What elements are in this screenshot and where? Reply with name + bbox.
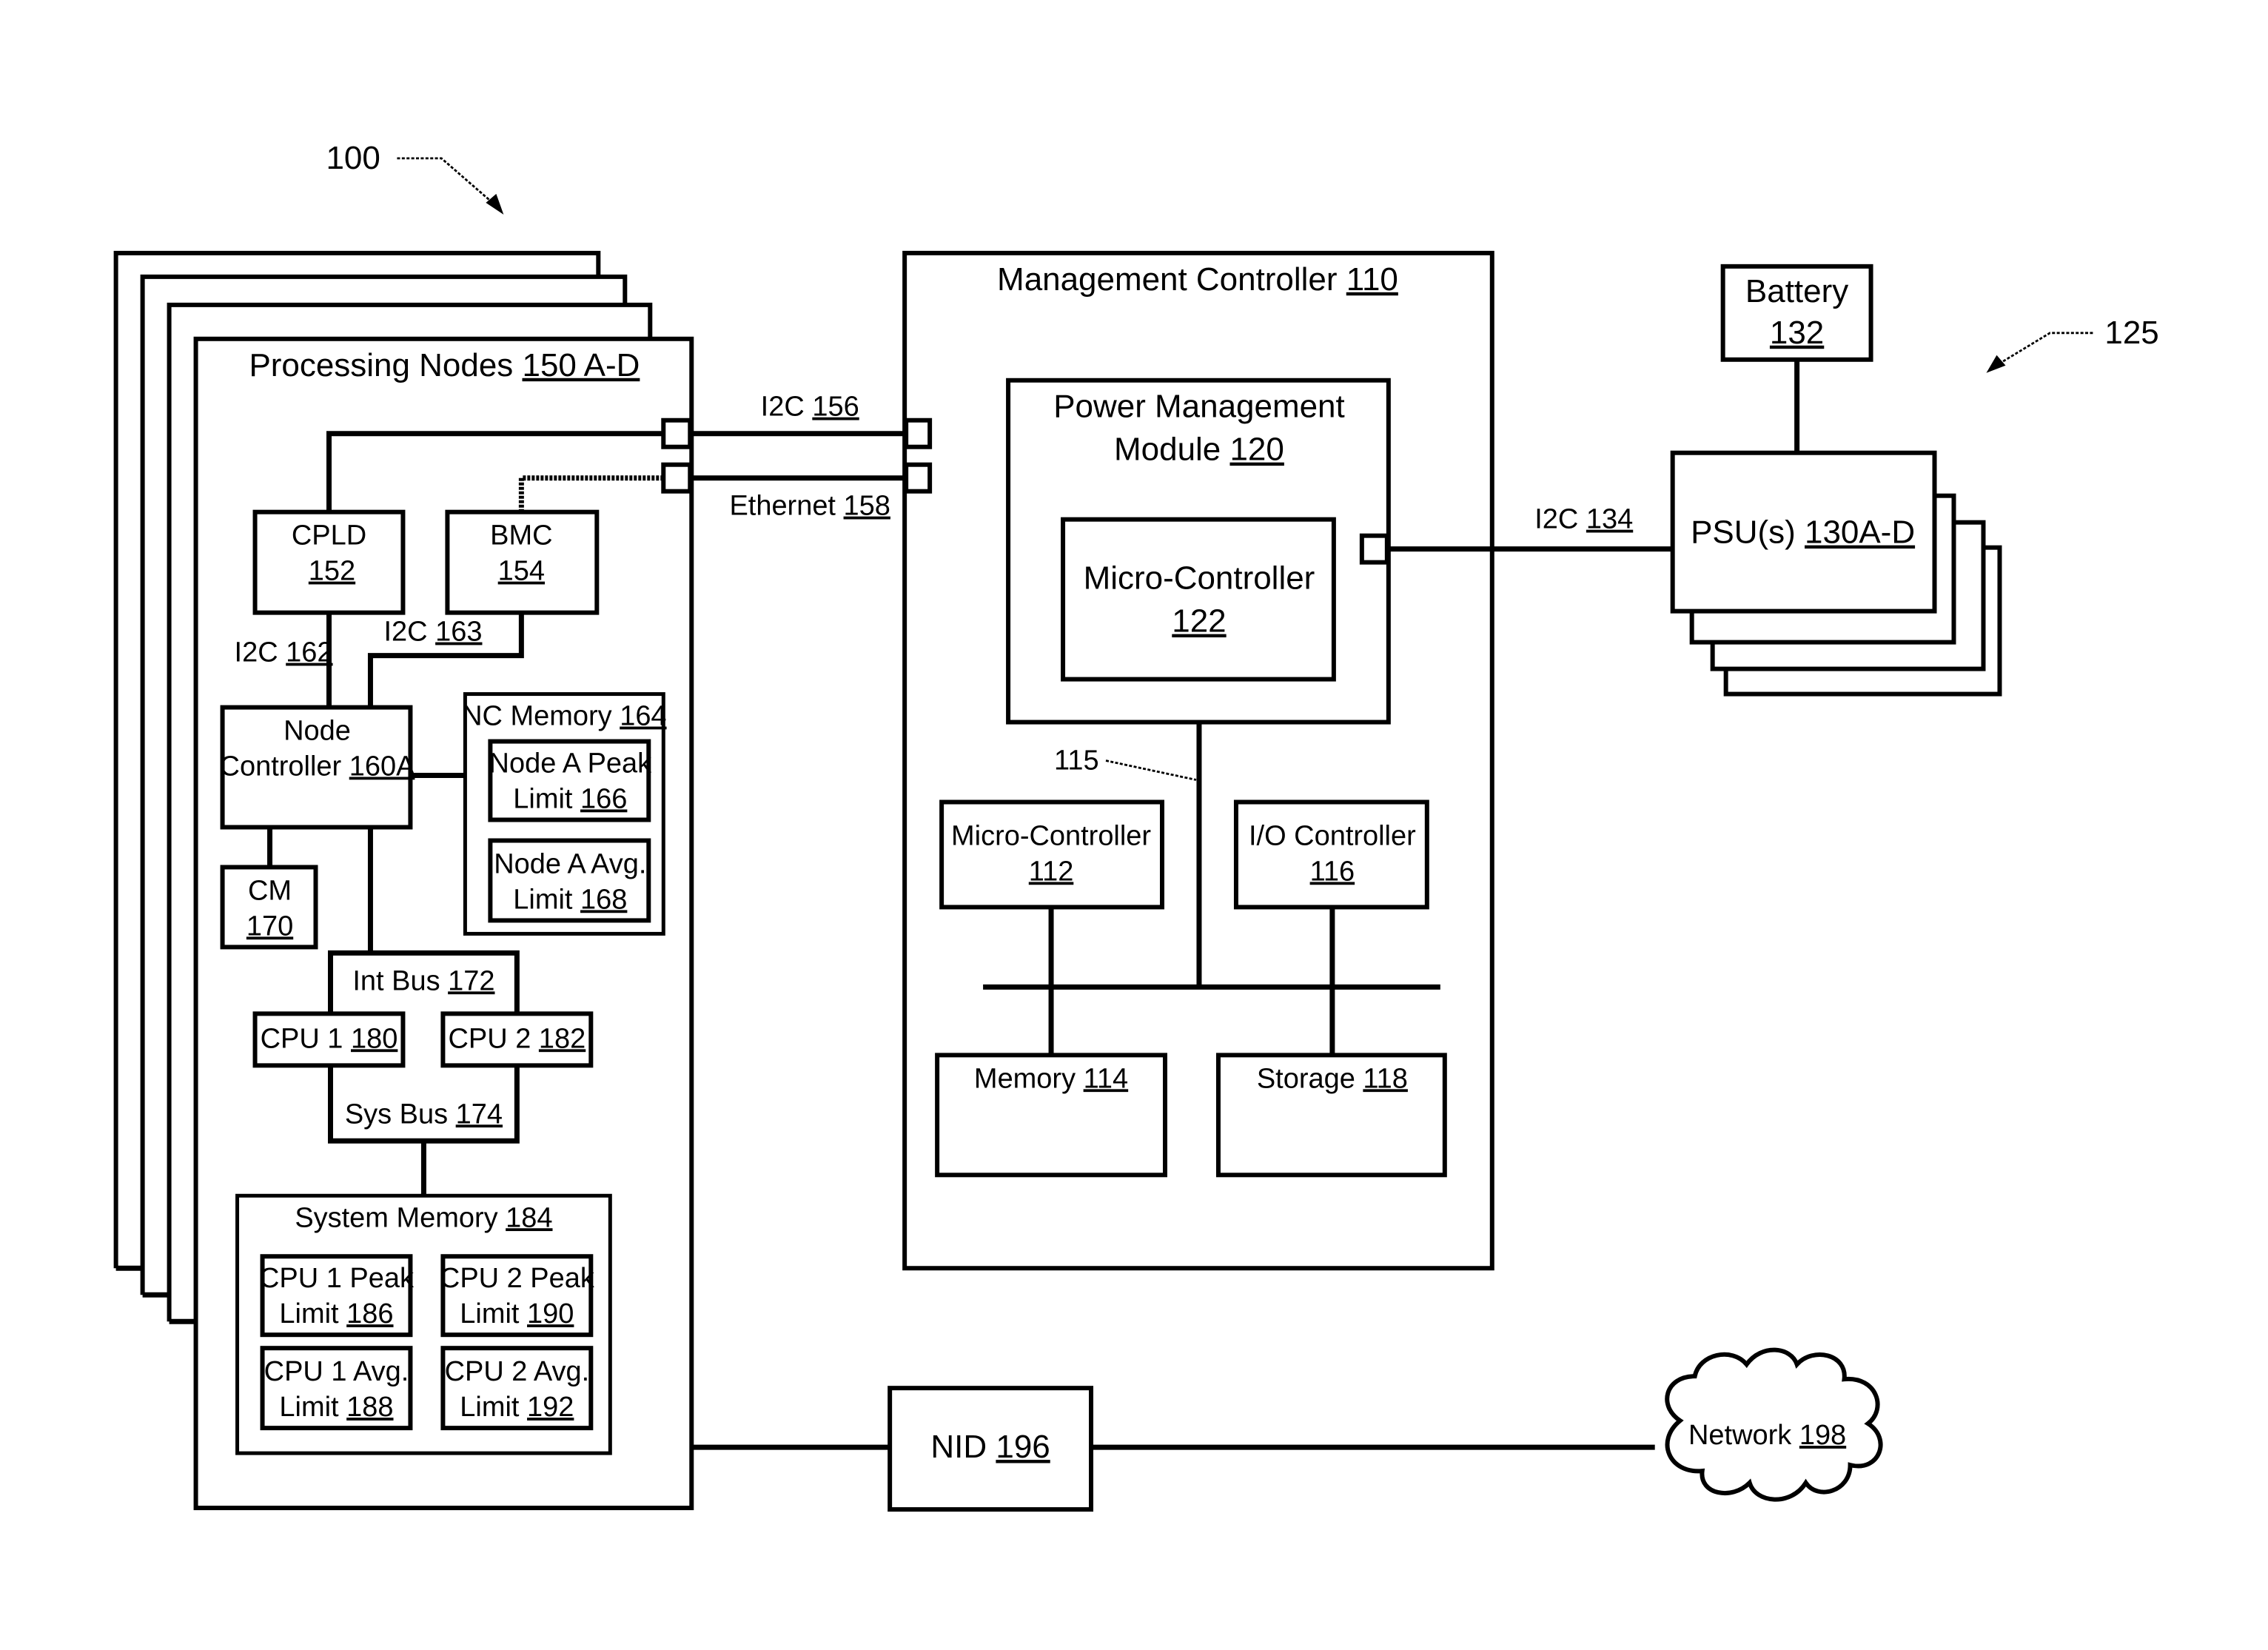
- node-controller-line2: Controller 160A: [220, 751, 416, 782]
- cm-block[interactable]: CM 170: [220, 865, 318, 950]
- network-cloud[interactable]: Network 198: [1665, 1347, 1883, 1502]
- mc-ethernet-port[interactable]: [904, 462, 933, 494]
- node-avg-limit-line1: Node A Avg.: [494, 848, 646, 879]
- ref-125-arrowhead: [1986, 355, 2006, 373]
- microcontroller-112-box[interactable]: [939, 799, 1164, 910]
- psu-block[interactable]: PSU(s) 130A-D: [1670, 450, 1937, 614]
- battery-ref: 132: [1770, 315, 1824, 351]
- node-controller-block[interactable]: Node Controller 160A: [220, 705, 416, 830]
- cpu1-label: CPU 1 180: [261, 1023, 398, 1054]
- ref-125-leader: [1993, 332, 2093, 368]
- memory-114-block[interactable]: Memory 114: [935, 1053, 1167, 1178]
- pmm-microcontroller-box[interactable]: [1061, 517, 1336, 682]
- pmm-line1: Power Management: [1053, 389, 1345, 425]
- nid-block[interactable]: NID 196: [888, 1386, 1094, 1512]
- storage-118-label: Storage 118: [1257, 1063, 1408, 1094]
- cpu2-peak-line2: Limit 190: [460, 1298, 574, 1329]
- processing-nodes-title: Processing Nodes 150 A-D: [249, 347, 640, 383]
- node-i2c-port[interactable]: [661, 417, 693, 449]
- psu-label: PSU(s) 130A-D: [1691, 514, 1915, 551]
- ref-100-label: 100: [326, 140, 380, 176]
- bmc-ref: 154: [498, 556, 545, 587]
- management-controller-title: Management Controller 110: [997, 261, 1398, 298]
- cpu2-label: CPU 2 182: [448, 1023, 586, 1054]
- cpu1-avg-limit-block[interactable]: CPU 1 Avg. Limit 188: [260, 1346, 413, 1431]
- nc-memory-block[interactable]: NC Memory 164 Node A Peak Limit 166 Node…: [462, 692, 667, 936]
- node-peak-limit-block[interactable]: Node A Peak Limit 166: [488, 739, 653, 822]
- mc-i2c-port[interactable]: [904, 417, 933, 449]
- io-controller-label: I/O Controller: [1249, 820, 1416, 851]
- nid-label: NID 196: [930, 1429, 1050, 1465]
- microcontroller-112-block[interactable]: Micro-Controller 112: [939, 799, 1164, 910]
- ref-115-label: 115: [1054, 745, 1099, 777]
- cpu2-avg-line1: CPU 2 Avg.: [445, 1356, 590, 1387]
- nc-memory-title: NC Memory 164: [462, 701, 666, 732]
- cpld-ref: 152: [309, 556, 355, 587]
- node-ethernet-port[interactable]: [661, 462, 693, 494]
- cm-ref: 170: [246, 910, 293, 942]
- pmm-microcontroller-block[interactable]: Micro-Controller 122: [1061, 517, 1336, 682]
- cpu1-peak-line1: CPU 1 Peak: [259, 1263, 415, 1294]
- node-peak-limit-line1: Node A Peak: [489, 748, 653, 779]
- system-memory-title: System Memory 184: [295, 1202, 552, 1233]
- system-memory-block[interactable]: System Memory 184 CPU 1 Peak Limit 186 C…: [235, 1193, 612, 1455]
- cpu1-peak-line2: Limit 186: [279, 1298, 393, 1329]
- system-block-diagram: 100 Processing Nodes 150 A-D CPLD 152 BM…: [113, 140, 2159, 1512]
- i2c-134-label: I2C 134: [1534, 504, 1633, 535]
- i2c-163-label: I2C 163: [383, 617, 482, 648]
- node-peak-limit-line2: Limit 166: [513, 784, 627, 815]
- io-controller-block[interactable]: I/O Controller 116: [1233, 799, 1429, 910]
- pmm-i2c-port[interactable]: [1359, 533, 1389, 565]
- node-avg-limit-line2: Limit 168: [513, 884, 627, 915]
- ref-125-callout: 125: [1986, 315, 2159, 373]
- storage-118-block[interactable]: Storage 118: [1215, 1053, 1447, 1178]
- network-label: Network 198: [1688, 1420, 1846, 1451]
- i2c-162-label: I2C 162: [235, 637, 333, 668]
- ethernet-158-label: Ethernet 158: [729, 491, 890, 522]
- node-avg-limit-block[interactable]: Node A Avg. Limit 168: [488, 838, 651, 923]
- bmc-block[interactable]: BMC 154: [445, 509, 600, 615]
- node-mc-links: I2C 156 Ethernet 158: [690, 392, 907, 522]
- ref-100-leader: [397, 157, 499, 208]
- pmm-microcontroller-ref: 122: [1172, 603, 1226, 640]
- cpu2-block[interactable]: CPU 2 182: [440, 1011, 594, 1068]
- power-supply-group: Battery 132 PSU(s) 130A-D 125: [1670, 264, 2159, 697]
- cpu1-avg-line2: Limit 188: [279, 1392, 393, 1423]
- cpu2-avg-line2: Limit 192: [460, 1392, 574, 1423]
- int-bus-label: Int Bus 172: [352, 965, 494, 996]
- ref-125-label: 125: [2104, 315, 2158, 351]
- microcontroller-112-ref: 112: [1029, 856, 1074, 887]
- io-controller-box[interactable]: [1233, 799, 1429, 910]
- i2c-156-label: I2C 156: [761, 392, 859, 423]
- battery-block[interactable]: Battery 132: [1720, 264, 1873, 362]
- memory-114-label: Memory 114: [974, 1063, 1128, 1094]
- ref-100-arrowhead: [486, 193, 504, 215]
- cpu2-peak-limit-block[interactable]: CPU 2 Peak Limit 190: [440, 1254, 595, 1338]
- microcontroller-112-label: Micro-Controller: [951, 820, 1151, 851]
- sys-bus-label: Sys Bus 174: [345, 1099, 503, 1130]
- cpu2-peak-line1: CPU 2 Peak: [440, 1263, 595, 1294]
- cpu2-avg-limit-block[interactable]: CPU 2 Avg. Limit 192: [440, 1346, 594, 1431]
- cm-label: CM: [248, 875, 292, 906]
- node-controller-line1: Node: [284, 716, 351, 747]
- cpu1-avg-line1: CPU 1 Avg.: [264, 1356, 409, 1387]
- pmm-microcontroller-label: Micro-Controller: [1084, 560, 1315, 597]
- cpu1-block[interactable]: CPU 1 180: [252, 1011, 406, 1068]
- battery-label: Battery: [1745, 273, 1848, 309]
- management-controller-block: Management Controller 110 Power Manageme…: [902, 250, 1494, 1271]
- io-controller-ref: 116: [1310, 856, 1355, 887]
- cpld-block[interactable]: CPLD 152: [252, 509, 406, 615]
- ref-100-callout: 100: [326, 140, 504, 215]
- cpu1-peak-limit-block[interactable]: CPU 1 Peak Limit 186: [259, 1254, 415, 1338]
- pmm-line2: Module 120: [1114, 432, 1284, 468]
- power-management-module-block[interactable]: Power Management Module 120 Micro-Contro…: [1006, 378, 1391, 725]
- cpld-label: CPLD: [292, 520, 366, 551]
- bmc-label: BMC: [490, 520, 552, 551]
